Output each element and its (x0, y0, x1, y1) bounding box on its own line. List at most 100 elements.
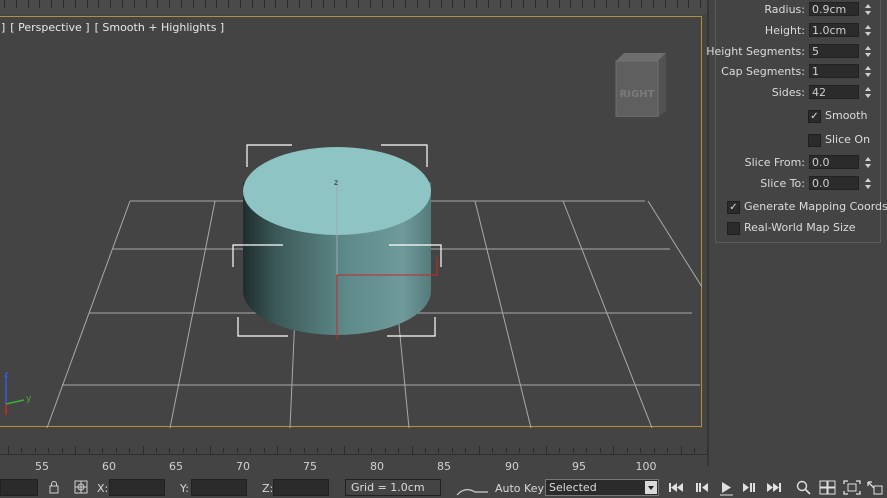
gizmo-z-label: z (334, 178, 338, 187)
ruler-tick (626, 448, 628, 453)
strip-tick (464, 0, 466, 8)
ruler-tick (303, 448, 305, 453)
real-world-map-checkbox[interactable] (727, 222, 740, 235)
absolute-mode-icon[interactable] (74, 480, 88, 494)
slice-to-spinner[interactable] (862, 176, 873, 191)
viewport-pov-label[interactable]: [ Perspective ] (10, 21, 89, 34)
ruler-label: 85 (437, 460, 451, 473)
lock-icon[interactable] (47, 480, 61, 494)
ruler-tick (478, 446, 480, 455)
slice-to-row: Slice To: 0.0 (709, 174, 887, 194)
slice-to-field[interactable]: 0.0 (809, 176, 859, 190)
smooth-checkbox[interactable]: ✓ (808, 110, 821, 123)
strip-tick (4, 0, 5, 8)
viewport-label[interactable]: ] [ Perspective ] [ Smooth + Highlights ] (1, 21, 229, 34)
generate-mapping-checkbox[interactable]: ✓ (727, 201, 740, 214)
slice-on-checkbox[interactable] (808, 134, 821, 147)
ruler-tick (546, 446, 547, 455)
strip-tick (641, 0, 643, 8)
go-to-start-icon[interactable] (666, 479, 686, 496)
zoom-icon[interactable] (794, 479, 814, 496)
ruler-tick (169, 448, 171, 453)
next-frame-icon[interactable] (739, 479, 759, 496)
perspective-viewport[interactable]: z z y ] [ Perspective ] [ Smooth + Highlig… (0, 16, 702, 428)
ruler-tick (599, 448, 601, 453)
chevron-down-icon[interactable] (645, 481, 657, 494)
strip-tick (275, 0, 277, 8)
cap-segments-spinner[interactable] (862, 64, 873, 79)
real-world-map-row[interactable]: Real-World Map Size (709, 219, 887, 239)
strip-tick (440, 0, 442, 8)
ruler-label: 95 (572, 460, 586, 473)
slice-from-row: Slice From: 0.0 (709, 153, 887, 173)
height-segments-field[interactable]: 5 (809, 44, 859, 58)
generate-mapping-row[interactable]: ✓ Generate Mapping Coords. (709, 198, 887, 218)
y-coordinate-field[interactable] (191, 479, 247, 496)
x-coordinate-field[interactable] (109, 479, 165, 496)
strip-tick (369, 0, 371, 8)
slice-on-label: Slice On (825, 133, 871, 146)
cap-segments-field[interactable]: 1 (809, 64, 859, 78)
viewport-shading-label[interactable]: [ Smooth + Highlights ] (95, 21, 225, 34)
slice-from-spinner[interactable] (862, 155, 873, 170)
height-segments-spinner[interactable] (862, 44, 873, 59)
ruler-tick (209, 446, 211, 455)
time-slider-strip[interactable] (0, 0, 707, 14)
set-key-icon[interactable] (455, 486, 489, 496)
strip-tick (381, 0, 383, 8)
ruler-tick (465, 448, 467, 453)
strip-tick (39, 0, 41, 8)
ruler-tick (182, 448, 184, 453)
strip-tick (594, 0, 595, 8)
strip-tick (192, 0, 194, 8)
viewport-scene[interactable]: z z y (0, 17, 702, 428)
sides-field[interactable]: 42 (809, 85, 859, 99)
height-spinner[interactable] (862, 23, 873, 38)
strip-tick (617, 0, 619, 8)
ruler-tick (640, 448, 642, 453)
smooth-checkbox-row[interactable]: ✓ Smooth (709, 107, 887, 127)
ruler-tick (317, 448, 319, 453)
prompt-field[interactable] (0, 479, 38, 496)
key-filter-dropdown[interactable]: Selected (545, 479, 659, 496)
zoom-extents-icon[interactable] (842, 479, 862, 496)
play-icon[interactable] (716, 479, 736, 496)
viewport-menu-bracket[interactable]: ] (1, 21, 5, 34)
viewcube-icon[interactable]: RIGHT (614, 47, 666, 117)
ruler-label: 55 (35, 460, 49, 473)
slice-on-checkbox-row[interactable]: Slice On (709, 131, 887, 151)
height-segments-label: Height Segments: (706, 45, 805, 58)
maximize-viewport-icon[interactable] (865, 479, 885, 496)
strip-tick (74, 0, 76, 8)
zoom-all-icon[interactable] (818, 479, 838, 496)
strip-tick (358, 0, 359, 8)
ruler-tick (196, 448, 198, 453)
sides-spinner[interactable] (862, 85, 873, 100)
axis-tripod-icon: z y (4, 370, 32, 415)
ruler-tick (102, 448, 104, 453)
radius-field[interactable]: 0.9cm (809, 2, 859, 16)
strip-tick (605, 0, 607, 8)
height-field[interactable]: 1.0cm (809, 23, 859, 37)
ruler-tick (572, 448, 574, 453)
go-to-end-icon[interactable] (764, 479, 784, 496)
ruler-tick (613, 446, 615, 455)
ruler-tick (277, 446, 278, 455)
ruler-tick (680, 446, 682, 455)
ruler-label: 75 (303, 460, 317, 473)
radius-spinner[interactable] (862, 2, 873, 17)
slice-from-field[interactable]: 0.0 (809, 155, 859, 169)
z-coordinate-field[interactable] (273, 479, 329, 496)
strip-tick (51, 0, 53, 8)
auto-key-button[interactable]: Auto Key (495, 482, 544, 495)
previous-frame-icon[interactable] (692, 479, 712, 496)
ruler-tick (398, 448, 400, 453)
strip-tick (322, 0, 324, 8)
timeline-ruler[interactable]: 55 60 65 70 75 80 85 90 95 100 (0, 440, 709, 473)
strip-tick (582, 0, 584, 8)
strip-tick (263, 0, 265, 8)
ruler-tick (142, 446, 144, 455)
strip-tick (98, 0, 100, 8)
strip-tick (570, 0, 572, 8)
ruler-tick (155, 448, 157, 453)
